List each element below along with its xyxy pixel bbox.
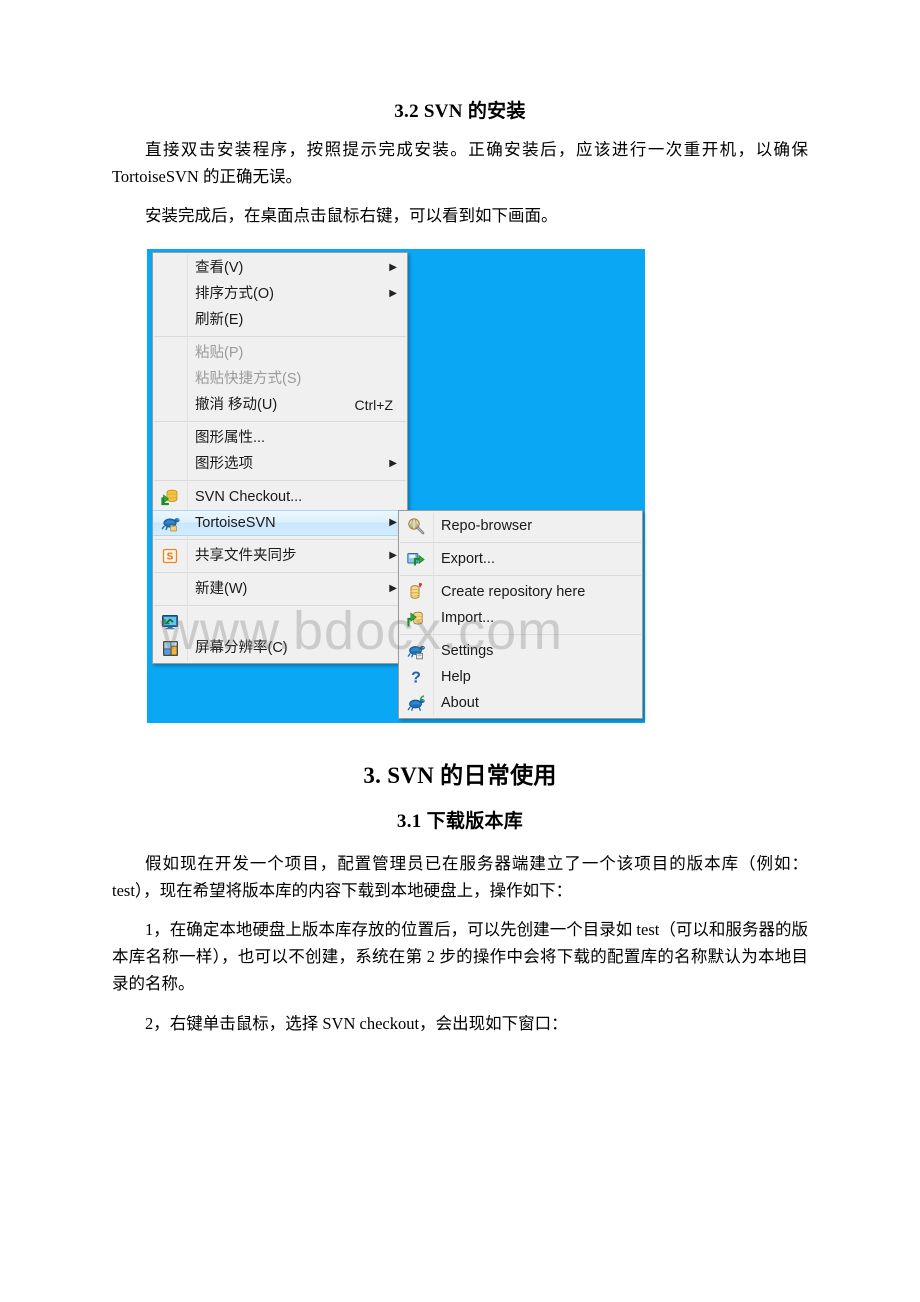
monitor-icon [153,609,187,635]
paragraph-after-install: 安装完成后，在桌面点击鼠标右键，可以看到如下画面。 [145,206,558,226]
menu-item-graphics-options[interactable]: 图形选项 ▶ [153,451,407,477]
submenu-item-label: Import... [441,610,495,626]
menu-item-label: 图形选项 [195,456,253,472]
menu-separator [154,480,406,481]
no-icon [153,255,187,281]
no-icon [153,451,187,477]
paragraph-install-instructions: 直接双击安装程序，按照提示完成安装。正确安装后，应该进行一次重开机，以确保 To… [112,140,808,186]
menu-item-paste-shortcut: 粘贴快捷方式(S) [153,366,407,392]
menu-item-view[interactable]: 查看(V) ▶ [153,255,407,281]
desktop-context-menu[interactable]: 查看(V) ▶ 排序方式(O) ▶ 刷新(E) 粘贴(P) 粘贴快捷方式(S) … [152,252,408,664]
chevron-right-icon: ▶ [389,458,397,469]
menu-item-screen-resolution[interactable] [153,609,407,635]
submenu-separator [400,542,641,543]
submenu-item-help[interactable]: ? Help [399,664,642,690]
submenu-item-label: Create repository here [441,584,586,600]
menu-item-undo-move[interactable]: 撤消 移动(U) Ctrl+Z [153,392,407,418]
menu-separator [154,421,406,422]
no-icon [153,366,187,392]
tortoise-icon [153,510,187,536]
embedded-screenshot: 查看(V) ▶ 排序方式(O) ▶ 刷新(E) 粘贴(P) 粘贴快捷方式(S) … [147,249,645,723]
submenu-separator [400,634,641,635]
no-icon [153,307,187,333]
menu-item-gadgets[interactable]: 屏幕分辨率(C) [153,635,407,661]
no-icon [153,425,187,451]
tortoisesvn-submenu[interactable]: Repo-browser Export... Create repository… [398,510,643,719]
chevron-right-icon: ▶ [389,262,397,273]
create-repo-icon [399,579,433,605]
submenu-item-create-repository-here[interactable]: Create repository here [399,579,642,605]
menu-item-shared-folder-sync[interactable]: S 共享文件夹同步 ▶ [153,543,407,569]
menu-item-svn-checkout[interactable]: SVN Checkout... [153,484,407,510]
submenu-item-label: Export... [441,551,495,567]
settings-turtle-icon [399,638,433,664]
sync-folder-icon: S [153,543,187,569]
paragraph-step-1: 1，在确定本地硬盘上版本库存放的位置后，可以先创建一个目录如 test（可以和服… [112,920,808,993]
section-heading-3-2: 3.2 SVN 的安装 [394,101,526,122]
menu-item-graphics-properties[interactable]: 图形属性... [153,425,407,451]
menu-item-label: 粘贴(P) [195,345,244,361]
export-icon [399,546,433,572]
menu-item-label: 共享文件夹同步 [195,548,297,564]
menu-separator [154,572,406,573]
document-body: 3.2 SVN 的安装 直接双击安装程序，按照提示完成安装。正确安装后，应该进行… [112,96,808,243]
menu-item-refresh[interactable]: 刷新(E) [153,307,407,333]
repo-browser-icon [399,513,433,539]
section-heading-3: 3. SVN 的日常使用 [363,763,557,788]
import-icon [399,605,433,631]
gadget-icon [153,635,187,661]
menu-separator [154,336,406,337]
submenu-item-label: Settings [441,643,494,659]
paragraph-project-intro: 假如现在开发一个项目，配置管理员已在服务器端建立了一个该项目的版本库（例如：te… [112,854,808,900]
menu-item-label: 图形属性... [195,430,266,446]
submenu-item-export[interactable]: Export... [399,546,642,572]
submenu-item-label: Repo-browser [441,518,533,534]
menu-item-label: 粘贴快捷方式(S) [195,371,302,387]
about-turtle-icon [399,690,433,716]
svg-text:S: S [167,552,174,563]
paragraph-step-2: 2，右键单击鼠标，选择 SVN checkout，会出现如下窗口： [145,1013,568,1033]
document-page: 3.2 SVN 的安装 直接双击安装程序，按照提示完成安装。正确安装后，应该进行… [0,0,920,1302]
menu-item-label: 刷新(E) [195,312,244,328]
submenu-item-label: About [441,695,479,711]
menu-item-label: TortoiseSVN [195,515,276,531]
menu-item-label: 屏幕分辨率(C) [195,640,288,656]
submenu-item-import[interactable]: Import... [399,605,642,631]
submenu-item-about[interactable]: About [399,690,642,716]
submenu-item-label: Help [441,669,471,685]
menu-item-label: 排序方式(O) [195,286,274,302]
submenu-separator [400,575,641,576]
menu-item-label: 撤消 移动(U) [195,397,278,413]
document-body-lower: 3. SVN 的日常使用 3.1 下载版本库 假如现在开发一个项目，配置管理员已… [112,756,808,1050]
menu-item-sort-by[interactable]: 排序方式(O) ▶ [153,281,407,307]
svn-checkout-icon [153,484,187,510]
menu-separator [154,539,406,540]
menu-item-label: 查看(V) [195,260,244,276]
chevron-right-icon: ▶ [389,288,397,299]
menu-item-label: 新建(W) [195,581,248,597]
no-icon [153,576,187,602]
menu-separator [154,605,406,606]
submenu-item-repo-browser[interactable]: Repo-browser [399,513,642,539]
submenu-item-settings[interactable]: Settings [399,638,642,664]
no-icon [153,281,187,307]
menu-item-new[interactable]: 新建(W) ▶ [153,576,407,602]
section-heading-3-1: 3.1 下载版本库 [396,811,524,832]
svg-text:?: ? [411,670,421,687]
menu-item-label: SVN Checkout... [195,489,303,505]
no-icon [153,340,187,366]
menu-item-tortoisesvn[interactable]: TortoiseSVN ▶ [153,510,407,536]
menu-item-paste: 粘贴(P) [153,340,407,366]
no-icon [153,392,187,418]
menu-item-shortcut: Ctrl+Z [354,397,394,413]
help-question-icon: ? [399,664,433,690]
